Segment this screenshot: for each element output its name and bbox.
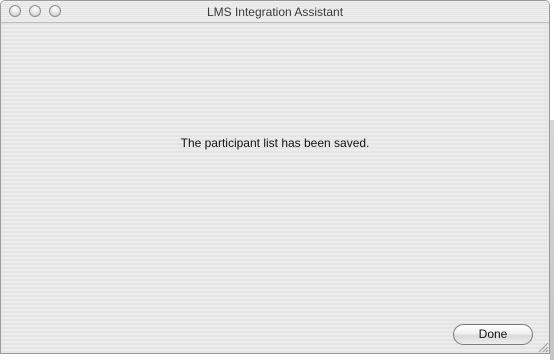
assistant-window: LMS Integration Assistant The participan…	[0, 0, 550, 354]
status-message: The participant list has been saved.	[180, 136, 370, 150]
done-button[interactable]: Done	[453, 324, 533, 345]
background-window-edge	[550, 120, 554, 360]
title-bar[interactable]: LMS Integration Assistant	[1, 1, 549, 23]
window-title: LMS Integration Assistant	[206, 5, 344, 19]
resize-grip-icon[interactable]	[537, 341, 549, 353]
